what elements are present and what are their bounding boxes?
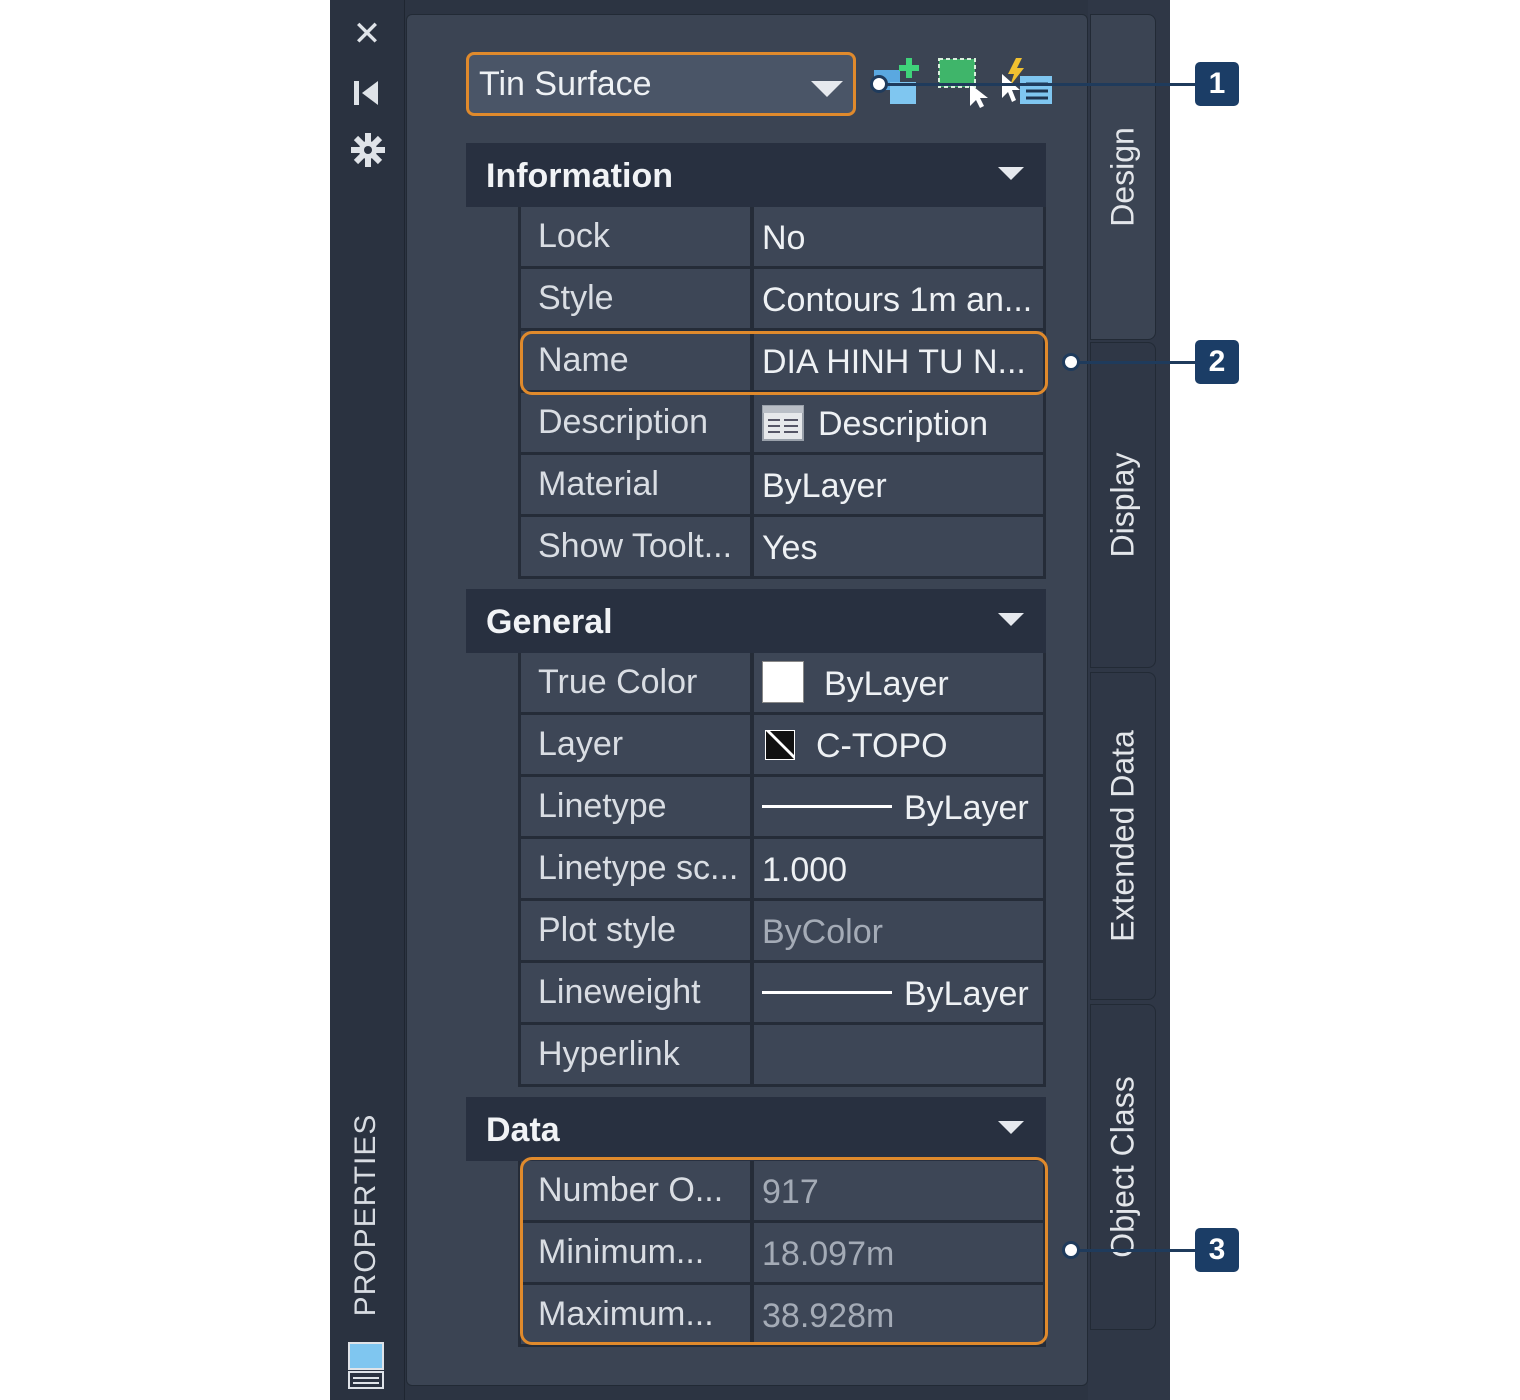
property-row-plot-style[interactable]: Plot style ByColor: [518, 901, 1046, 963]
settings-gear-icon[interactable]: [350, 132, 386, 168]
object-type-dropdown[interactable]: Tin Surface: [466, 52, 856, 116]
property-label: Material: [538, 465, 659, 503]
property-row-true-color[interactable]: True Color ByLayer: [518, 653, 1046, 715]
callout-line: [878, 83, 1198, 86]
color-swatch-icon: [762, 661, 804, 703]
properties-icon[interactable]: [348, 1342, 384, 1390]
property-label: Lineweight: [538, 973, 701, 1011]
chevron-down-icon: [811, 81, 843, 97]
general-rows: True Color ByLayer Layer C-TOPO Linetype…: [518, 653, 1046, 1087]
property-row-material[interactable]: Material ByLayer: [518, 455, 1046, 517]
property-label: Style: [538, 279, 614, 317]
section-title: General: [486, 603, 613, 641]
property-value[interactable]: Description: [818, 405, 988, 444]
property-row-lock[interactable]: Lock No: [518, 207, 1046, 269]
tab-object-class[interactable]: Object Class: [1090, 1004, 1156, 1330]
callout-badge-3: 3: [1195, 1228, 1239, 1272]
property-row-layer[interactable]: Layer C-TOPO: [518, 715, 1046, 777]
section-general[interactable]: General: [466, 589, 1046, 653]
tab-extended-data[interactable]: Extended Data: [1090, 672, 1156, 1000]
property-value[interactable]: 1.000: [762, 851, 847, 890]
property-row-linetype[interactable]: Linetype ByLayer: [518, 777, 1046, 839]
property-label: Hyperlink: [538, 1035, 680, 1073]
linetype-preview: [762, 805, 892, 808]
property-row-linetype-scale[interactable]: Linetype sc... 1.000: [518, 839, 1046, 901]
property-label: True Color: [538, 663, 698, 701]
property-value[interactable]: ByLayer: [762, 467, 887, 506]
property-row-lineweight[interactable]: Lineweight ByLayer: [518, 963, 1046, 1025]
property-label: Layer: [538, 725, 624, 763]
property-row-hyperlink[interactable]: Hyperlink: [518, 1025, 1046, 1087]
select-objects-icon[interactable]: [936, 56, 992, 108]
collapse-icon[interactable]: [998, 1121, 1024, 1134]
property-row-description[interactable]: Description Description: [518, 393, 1046, 455]
callout-dot: [870, 75, 888, 93]
callout-badge-2: 2: [1195, 340, 1239, 384]
callout-dot: [1062, 1241, 1080, 1259]
callout-line: [1070, 361, 1198, 364]
property-label: Show Toolt...: [538, 527, 733, 565]
property-label: Description: [538, 403, 709, 441]
quick-select-icon[interactable]: [1000, 56, 1056, 108]
callout-dot: [1062, 353, 1080, 371]
property-value[interactable]: C-TOPO: [816, 727, 948, 766]
description-editor-icon[interactable]: [762, 405, 804, 441]
section-information[interactable]: Information: [466, 143, 1046, 207]
lineweight-preview: [762, 991, 892, 994]
tab-design[interactable]: Design: [1090, 14, 1156, 340]
section-title: Data: [486, 1111, 560, 1149]
section-data[interactable]: Data: [466, 1097, 1046, 1161]
name-highlight: [520, 331, 1048, 395]
callout-line: [1070, 1249, 1198, 1252]
property-label: Linetype: [538, 787, 667, 825]
property-value[interactable]: Yes: [762, 529, 817, 568]
close-icon[interactable]: ✕: [347, 17, 387, 51]
layer-icon: [765, 730, 795, 760]
collapse-icon[interactable]: [998, 613, 1024, 626]
data-highlight: [520, 1157, 1048, 1345]
object-type-value: Tin Surface: [479, 65, 652, 103]
section-title: Information: [486, 157, 673, 195]
property-value[interactable]: No: [762, 219, 805, 258]
auto-hide-icon[interactable]: [352, 78, 380, 108]
tab-display[interactable]: Display: [1090, 342, 1156, 668]
property-value[interactable]: ByLayer: [904, 789, 1029, 828]
property-value[interactable]: Contours 1m an...: [762, 281, 1032, 320]
property-label: Linetype sc...: [538, 849, 739, 887]
property-label: Lock: [538, 217, 610, 255]
property-value[interactable]: ByLayer: [824, 665, 949, 704]
property-label: Plot style: [538, 911, 676, 949]
property-row-style[interactable]: Style Contours 1m an...: [518, 269, 1046, 331]
callout-badge-1: 1: [1195, 62, 1239, 106]
property-row-show-tooltips[interactable]: Show Toolt... Yes: [518, 517, 1046, 579]
collapse-icon[interactable]: [998, 167, 1024, 180]
palette-title: PROPERTIES: [349, 1113, 382, 1317]
property-value[interactable]: ByLayer: [904, 975, 1029, 1014]
property-value: ByColor: [762, 913, 883, 951]
